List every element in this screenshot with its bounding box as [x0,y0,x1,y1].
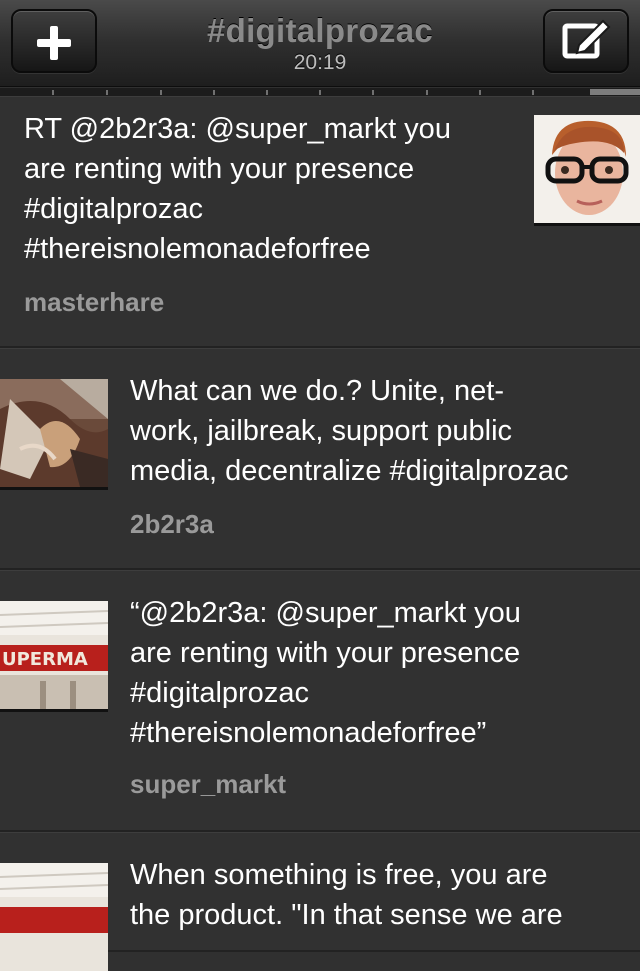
avatar[interactable]: UPERMA [0,601,108,709]
navigation-bar: #digitalprozac 20:19 [0,0,640,87]
tweet-row[interactable]: UPERMA “@2b2r3a: @super_markt you are re… [0,570,640,832]
current-page-marker [590,89,640,95]
tweet-text: What can we do.? Unite, net- work, jailb… [130,375,569,487]
avatar[interactable] [534,115,640,223]
compose-button[interactable] [543,9,629,73]
tweet-text: RT @2b2r3a: @super_markt you are renting… [24,113,451,265]
tweet-row[interactable]: When something is free, you are the prod… [0,832,640,971]
painted-figure-icon [0,379,108,487]
tweet-username[interactable]: super_markt [130,769,286,800]
tweet-username[interactable]: 2b2r3a [130,509,214,540]
supermarkt-sign-icon: UPERMA [0,601,108,709]
tweet-text: When something is free, you are the prod… [130,859,563,931]
avatar[interactable] [0,863,108,971]
tweet-username[interactable]: masterhare [24,287,164,318]
avatar[interactable] [0,379,108,487]
svg-text:UPERMA: UPERMA [2,649,88,670]
portrait-icon [534,115,640,223]
supermarkt-sign-icon [0,863,108,971]
compose-icon [562,19,611,59]
tweet-text: “@2b2r3a: @super_markt you are renting w… [130,597,521,749]
tweet-row[interactable]: What can we do.? Unite, net- work, jailb… [0,348,640,570]
tweet-row[interactable]: RT @2b2r3a: @super_markt you are renting… [0,96,640,348]
page-indicator [0,88,640,96]
